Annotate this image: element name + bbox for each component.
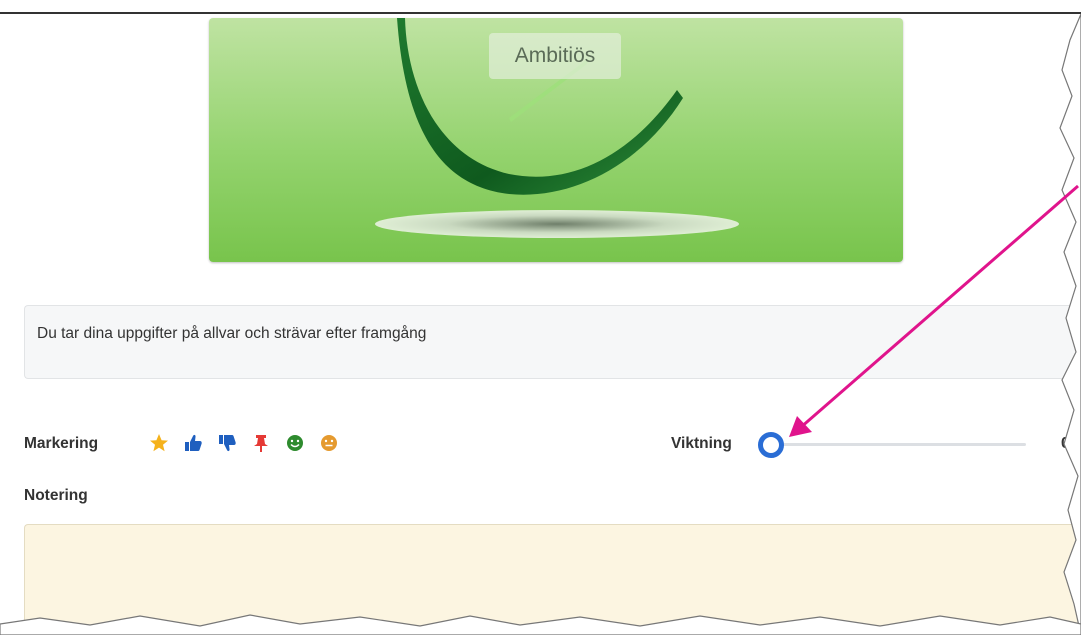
top-divider (0, 12, 1081, 14)
annotation-arrow-head (789, 416, 812, 437)
trait-title-label: Ambitiös (489, 33, 621, 79)
marking-label: Markering (24, 435, 99, 452)
weighting-slider-thumb[interactable] (758, 432, 784, 458)
weighting-label: Viktning (671, 435, 732, 452)
weighting-slider-track[interactable] (778, 443, 1026, 446)
weighting-value: 0 (1061, 435, 1070, 452)
description-text: Du tar dina uppgifter på allvar och strä… (37, 325, 427, 342)
note-label: Notering (24, 487, 88, 504)
pin-icon[interactable] (250, 432, 272, 454)
smile-icon[interactable] (284, 432, 306, 454)
star-icon[interactable] (148, 432, 170, 454)
thumbs-up-icon[interactable] (182, 432, 204, 454)
description-box: Du tar dina uppgifter på allvar och strä… (24, 305, 1081, 379)
neutral-face-icon[interactable] (318, 432, 340, 454)
thumbs-down-icon[interactable] (216, 432, 238, 454)
note-textarea[interactable] (24, 524, 1081, 635)
